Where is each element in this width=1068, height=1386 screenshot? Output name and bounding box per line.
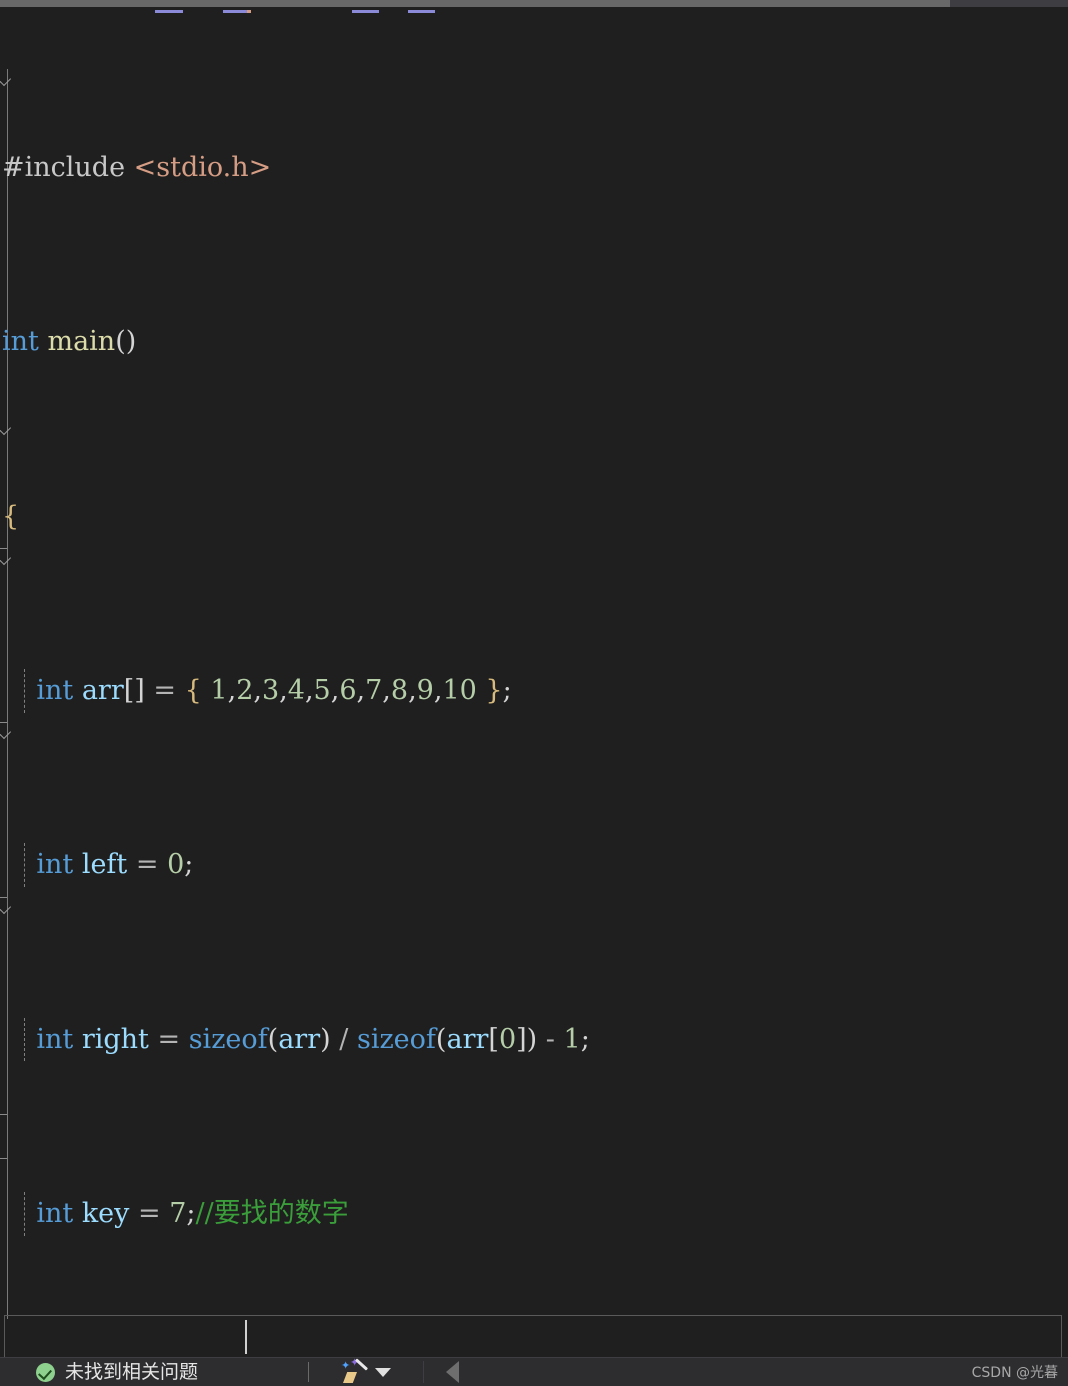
scrollbar-thumb[interactable] xyxy=(0,0,950,7)
chevron-down-icon[interactable] xyxy=(375,1367,392,1377)
code-line[interactable]: int main() xyxy=(0,320,1068,364)
status-message: 未找到相关问题 xyxy=(65,1360,199,1383)
nav-previous-icon[interactable] xyxy=(446,1361,460,1383)
code-text[interactable]: #include <stdio.h> int main() { int arr[… xyxy=(0,15,1068,1357)
code-line[interactable]: int key = 7;//要找的数字 xyxy=(0,1192,1068,1236)
code-line[interactable]: int arr[] = { 1,2,3,4,5,6,7,8,9,10 }; xyxy=(0,668,1068,713)
status-bar: 未找到相关问题 ✦ ✦ CSDN @光暮 xyxy=(0,1357,1068,1386)
check-circle-icon xyxy=(36,1362,55,1382)
code-line[interactable]: int right = sizeof(arr) / sizeof(arr[0])… xyxy=(0,1017,1068,1062)
text-caret xyxy=(245,1320,247,1354)
code-editor[interactable]: #include <stdio.h> int main() { int arr[… xyxy=(0,7,1068,1357)
code-line[interactable]: { xyxy=(0,495,1068,539)
horizontal-scrollbar[interactable] xyxy=(0,0,1068,7)
code-line[interactable]: int left = 0; xyxy=(0,843,1068,887)
status-separator-2 xyxy=(423,1361,425,1383)
code-line[interactable]: #include <stdio.h> xyxy=(0,146,1068,190)
broom-cleanup-icon[interactable]: ✦ ✦ xyxy=(341,1357,369,1384)
status-separator xyxy=(308,1362,310,1382)
csdn-watermark: CSDN @光暮 xyxy=(971,1365,1058,1381)
